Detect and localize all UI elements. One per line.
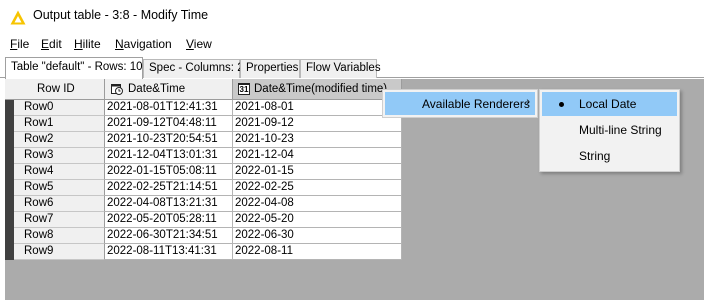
row-marker <box>5 212 14 228</box>
table-row[interactable]: Row2 2021-10-23T20:54:51 2021-10-23 <box>5 132 402 148</box>
table-row[interactable]: Row6 2022-04-08T13:21:31 2022-04-08 <box>5 196 402 212</box>
tab-flow-variables[interactable]: Flow Variables <box>300 59 381 78</box>
tab-table[interactable]: Table "default" - Rows: 10 <box>5 57 143 79</box>
row-id-cell[interactable]: Row4 <box>5 164 105 180</box>
row-marker <box>5 164 14 180</box>
menu-edit[interactable]: Edit <box>41 37 62 51</box>
table-row[interactable]: Row1 2021-09-12T04:48:11 2021-09-12 <box>5 116 402 132</box>
renderers-submenu: Local Date Multi-line String String <box>539 89 680 172</box>
renderer-local-date[interactable]: Local Date <box>542 92 677 116</box>
row-marker <box>5 244 14 260</box>
datetime-cell[interactable]: 2021-09-12T04:48:11 <box>105 116 233 132</box>
table-row[interactable]: Row5 2022-02-25T21:14:51 2022-02-25 <box>5 180 402 196</box>
modified-cell[interactable]: 2022-06-30 <box>233 228 402 244</box>
datetime-cell[interactable]: 2022-08-11T13:41:31 <box>105 244 233 260</box>
tab-strip: Table "default" - Rows: 10 Spec - Column… <box>0 57 704 79</box>
row-marker <box>5 132 14 148</box>
row-marker <box>5 180 14 196</box>
row-marker <box>5 196 14 212</box>
header-datetime-modified[interactable]: 31 Date&Time(modified time) <box>233 79 402 100</box>
menu-bar: File Edit Hilite Navigation View <box>0 34 704 54</box>
tab-properties[interactable]: Properties <box>240 59 300 78</box>
window-title: Output table - 3:8 - Modify Time <box>33 8 209 22</box>
row-marker <box>5 148 14 164</box>
row-id-cell[interactable]: Row7 <box>5 212 105 228</box>
row-id-cell[interactable]: Row3 <box>5 148 105 164</box>
header-context-menu: Available Renderers › <box>382 89 538 118</box>
datetime-cell[interactable]: 2022-01-15T05:08:11 <box>105 164 233 180</box>
row-id-cell[interactable]: Row1 <box>5 116 105 132</box>
title-bar: Output table - 3:8 - Modify Time <box>0 0 704 33</box>
modified-cell[interactable]: 2021-09-12 <box>233 116 402 132</box>
tab-spec[interactable]: Spec - Columns: 2 <box>143 59 244 78</box>
radio-bullet-icon <box>559 102 564 107</box>
modified-cell[interactable]: 2021-10-23 <box>233 132 402 148</box>
row-marker <box>5 116 14 132</box>
row-id-cell[interactable]: Row2 <box>5 132 105 148</box>
datetime-cell[interactable]: 2022-05-20T05:28:11 <box>105 212 233 228</box>
menu-file[interactable]: File <box>10 37 29 51</box>
table-row[interactable]: Row9 2022-08-11T13:41:31 2022-08-11 <box>5 244 402 260</box>
modified-cell[interactable]: 2022-05-20 <box>233 212 402 228</box>
datetime-cell[interactable]: 2022-04-08T13:21:31 <box>105 196 233 212</box>
row-id-cell[interactable]: Row5 <box>5 180 105 196</box>
table-row[interactable]: Row7 2022-05-20T05:28:11 2022-05-20 <box>5 212 402 228</box>
header-datetime[interactable]: Date&Time <box>105 79 233 100</box>
renderer-string[interactable]: String <box>542 144 677 168</box>
datetime-cell[interactable]: 2021-10-23T20:54:51 <box>105 132 233 148</box>
row-id-cell[interactable]: Row9 <box>5 244 105 260</box>
renderer-multiline-string[interactable]: Multi-line String <box>542 118 677 142</box>
row-id-cell[interactable]: Row8 <box>5 228 105 244</box>
available-renderers-item[interactable]: Available Renderers › <box>385 92 535 115</box>
table-row[interactable]: Row0 2021-08-01T12:41:31 2021-08-01 <box>5 100 402 116</box>
menu-hilite[interactable]: Hilite <box>74 37 101 51</box>
calendar-icon: 31 <box>238 83 250 95</box>
menu-navigation[interactable]: Navigation <box>115 37 172 51</box>
row-id-cell[interactable]: Row6 <box>5 196 105 212</box>
knime-triangle-icon <box>10 10 26 25</box>
row-id-cell[interactable]: Row0 <box>5 100 105 116</box>
table-row[interactable]: Row8 2022-06-30T21:34:51 2022-06-30 <box>5 228 402 244</box>
modified-cell[interactable]: 2021-12-04 <box>233 148 402 164</box>
clock-calendar-icon <box>111 84 123 95</box>
datetime-cell[interactable]: 2022-02-25T21:14:51 <box>105 180 233 196</box>
datetime-cell[interactable]: 2022-06-30T21:34:51 <box>105 228 233 244</box>
modified-cell[interactable]: 2022-01-15 <box>233 164 402 180</box>
datetime-cell[interactable]: 2021-08-01T12:41:31 <box>105 100 233 116</box>
table-row[interactable]: Row3 2021-12-04T13:01:31 2021-12-04 <box>5 148 402 164</box>
modified-cell[interactable]: 2022-04-08 <box>233 196 402 212</box>
modified-cell[interactable]: 2021-08-01 <box>233 100 402 116</box>
datetime-cell[interactable]: 2021-12-04T13:01:31 <box>105 148 233 164</box>
table-row[interactable]: Row4 2022-01-15T05:08:11 2022-01-15 <box>5 164 402 180</box>
header-row-id[interactable]: Row ID <box>5 79 105 100</box>
menu-view[interactable]: View <box>186 37 212 51</box>
modified-cell[interactable]: 2022-02-25 <box>233 180 402 196</box>
row-marker <box>5 228 14 244</box>
table-header: Row ID Date&Time 31 Date&Time(modified t… <box>5 79 402 100</box>
modified-cell[interactable]: 2022-08-11 <box>233 244 402 260</box>
chevron-right-icon: › <box>526 96 530 108</box>
row-marker <box>5 100 14 116</box>
